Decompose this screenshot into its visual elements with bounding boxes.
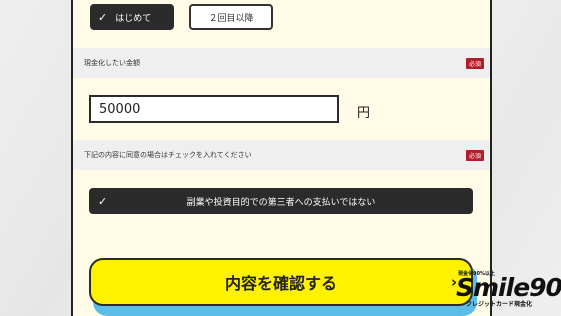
agreement-checkbox[interactable]: ✓ 副業や投資目的での第三者への支払いではない <box>89 188 473 214</box>
currency-unit: 円 <box>357 106 371 121</box>
usage-options: ✓ はじめて ２回目以降 <box>90 4 273 30</box>
logo-subtitle: クレジットカード現金化 <box>466 301 533 308</box>
amount-input[interactable] <box>89 95 339 123</box>
option-repeat-button[interactable]: ２回目以降 <box>189 4 273 30</box>
agreement-section-header: 下記の内容に同意の場合はチェックを入れてください 必須 <box>73 140 490 170</box>
site-logo: 現金化90%以上 Smile90 クレジットカード現金化 <box>454 266 561 312</box>
logo-name: Smile90 <box>456 273 561 302</box>
check-icon: ✓ <box>98 10 108 24</box>
required-badge: 必須 <box>465 149 484 161</box>
amount-section-label: 現金化したい金額 <box>84 59 140 67</box>
check-icon: ✓ <box>98 194 108 208</box>
submit-label: 内容を確認する <box>224 274 337 293</box>
required-badge: 必須 <box>465 57 484 69</box>
agreement-checkbox-label: 副業や投資目的での第三者への支払いではない <box>186 197 376 208</box>
option-first-time-label: はじめて <box>115 13 152 24</box>
agreement-section-label: 下記の内容に同意の場合はチェックを入れてください <box>84 151 252 159</box>
confirm-submit-button[interactable]: 内容を確認する › <box>89 258 473 306</box>
form-panel: ✓ はじめて ２回目以降 現金化したい金額 必須 円 下記の内容に同意の場合はチ… <box>71 0 492 316</box>
option-repeat-label: ２回目以降 <box>208 13 254 24</box>
amount-section-header: 現金化したい金額 必須 <box>73 48 490 78</box>
option-first-time-button[interactable]: ✓ はじめて <box>90 4 174 30</box>
